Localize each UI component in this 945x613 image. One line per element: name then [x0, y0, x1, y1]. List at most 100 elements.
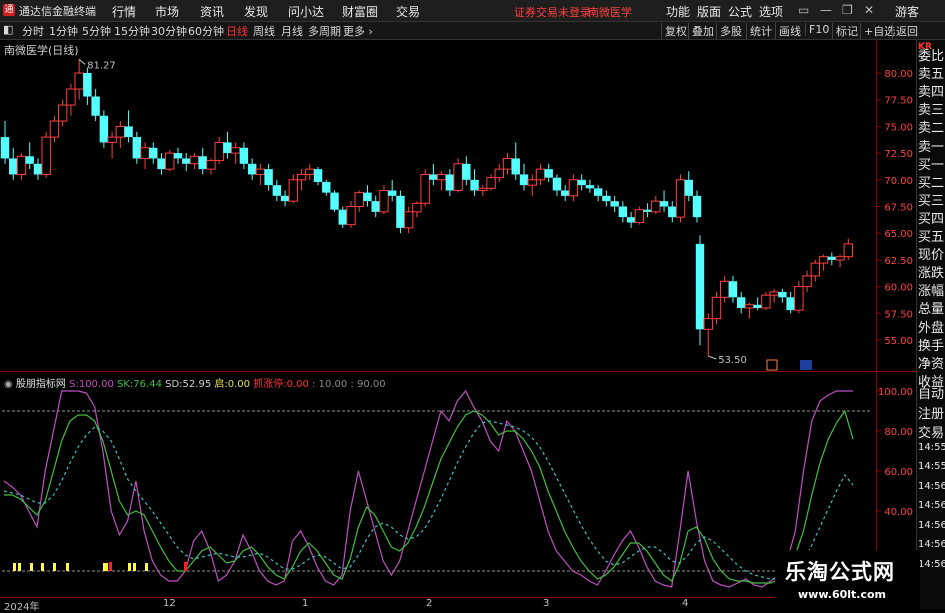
- candle-body: [527, 179, 537, 186]
- period-5min[interactable]: 5分钟: [82, 23, 111, 39]
- period-multi[interactable]: 多周期: [308, 23, 341, 39]
- candle-body: [9, 158, 18, 175]
- candle-body: [206, 160, 216, 170]
- candle-body: [272, 185, 282, 196]
- side-item-12: 涨跌: [918, 266, 945, 282]
- menu-item-ask[interactable]: 问小达: [288, 3, 324, 20]
- side-item-19: 自动: [918, 387, 945, 402]
- zt-label: 抓涨停:: [253, 379, 287, 390]
- chart-canvas[interactable]: 80.00 77.50 75.00 72.50 70.00 67.50 65.00 62.50…: [0, 40, 916, 597]
- menu-item-wealth-circle[interactable]: 财富圈: [342, 3, 378, 20]
- candle-body: [695, 243, 705, 330]
- candle-body: [247, 163, 257, 175]
- candle-body: [445, 174, 455, 191]
- candle-body: [462, 163, 471, 180]
- tool-add-watchlist[interactable]: +自选: [860, 23, 895, 39]
- candle-body: [703, 318, 713, 330]
- tool-mark[interactable]: 标记: [832, 23, 858, 39]
- candle-body: [585, 185, 595, 189]
- ref-value-2-text: 90.00: [356, 379, 386, 390]
- close-icon[interactable]: ✕: [864, 3, 874, 17]
- trade-login-notice[interactable]: 证券交易未登录: [514, 4, 591, 20]
- side-item-20: 注册: [918, 406, 945, 422]
- period-toolbar: ◧ 分时 1分钟 5分钟 15分钟 30分钟 60分钟 日线 周线 月线 多周期…: [0, 22, 945, 40]
- minimize-icon[interactable]: —: [820, 3, 832, 17]
- sk-value: 76.44: [133, 379, 162, 390]
- price-tick-label: 65.00: [884, 229, 913, 240]
- time-axis: [0, 597, 876, 610]
- side-item-0: 委比: [918, 49, 945, 64]
- period-monthly[interactable]: 月线: [281, 23, 303, 39]
- tool-draw-line[interactable]: 画线: [775, 23, 801, 39]
- price-tick-label: 80.00: [884, 69, 913, 80]
- menu-bar: 通 通达信金融终端 行情 市场 资讯 发现 问小达 财富圈 交易 证券交易未登录…: [0, 0, 945, 22]
- candle-body: [387, 190, 397, 196]
- candle-body: [810, 262, 821, 277]
- side-item-10: 买五: [918, 230, 945, 245]
- side-item-5: 卖一: [918, 139, 945, 155]
- menu-toggle-icon[interactable]: ▭: [798, 3, 809, 17]
- candle-body: [786, 297, 795, 311]
- menu-item-trade[interactable]: 交易: [396, 3, 420, 20]
- menu-item-formula[interactable]: 公式: [728, 3, 752, 20]
- candle-body: [610, 201, 619, 207]
- x-label-jan: 1: [302, 598, 309, 609]
- candle-body: [794, 286, 804, 311]
- period-15min[interactable]: 15分钟: [114, 23, 150, 39]
- low-pointer: [708, 355, 717, 360]
- candle-body: [802, 275, 812, 288]
- candle-body: [659, 201, 669, 207]
- tool-multi-stock[interactable]: 多股: [716, 23, 742, 39]
- period-more[interactable]: 更多 ›: [343, 23, 373, 39]
- period-weekly[interactable]: 周线: [253, 23, 275, 39]
- candle-body: [835, 256, 845, 261]
- candle-body: [494, 168, 504, 179]
- sidebar-toggle-icon[interactable]: ◧: [3, 23, 13, 36]
- side-item-24: 14:56: [918, 480, 945, 492]
- tool-overlay[interactable]: 叠加: [688, 23, 714, 39]
- candle-body: [99, 115, 109, 143]
- ref-value-1-text: 10.00: [318, 379, 348, 390]
- guest-user[interactable]: 游客: [895, 3, 919, 20]
- menu-item-options[interactable]: 选项: [759, 3, 783, 20]
- menu-item-discover[interactable]: 发现: [244, 3, 268, 20]
- s-label: S:: [69, 379, 79, 390]
- tool-adjust[interactable]: 复权: [661, 23, 687, 39]
- menu-item-quotes[interactable]: 行情: [112, 3, 136, 20]
- price-tick-label: 60.00: [884, 283, 913, 294]
- candle-body: [478, 187, 488, 191]
- price-panel-title: 南微医学(日线): [4, 44, 79, 57]
- period-daily[interactable]: 日线: [226, 23, 248, 39]
- restore-icon[interactable]: ❐: [842, 3, 853, 17]
- side-item-14: 总量: [918, 302, 945, 318]
- ref-value-1: : 10.00: [312, 379, 348, 390]
- tool-back[interactable]: 返回: [892, 23, 918, 39]
- indicator-toggle-icon[interactable]: ◉: [4, 379, 13, 390]
- candle-body: [761, 294, 771, 309]
- tool-f10[interactable]: F10: [805, 23, 829, 36]
- tool-statistics[interactable]: 统计: [746, 23, 772, 39]
- candle-body: [124, 126, 133, 138]
- menu-item-layout[interactable]: 版面: [697, 3, 721, 20]
- side-item-3: 卖三: [918, 103, 945, 119]
- candle-body: [736, 297, 746, 308]
- period-30min[interactable]: 30分钟: [151, 23, 187, 39]
- candle-body: [157, 158, 166, 170]
- side-item-9: 买四: [918, 211, 945, 227]
- menu-item-function[interactable]: 功能: [666, 3, 690, 20]
- menu-item-news[interactable]: 资讯: [200, 3, 224, 20]
- candle-body: [173, 153, 183, 159]
- period-60min[interactable]: 60分钟: [188, 23, 224, 39]
- indicator-name[interactable]: 股朋指标网: [16, 379, 66, 390]
- period-intraday[interactable]: 分时: [22, 23, 44, 39]
- candle-body: [313, 169, 323, 182]
- candle-body: [827, 256, 837, 260]
- candle-body: [91, 96, 100, 116]
- menu-item-market[interactable]: 市场: [155, 3, 179, 20]
- candle-body: [668, 206, 677, 218]
- candle-body: [25, 156, 34, 164]
- period-1min[interactable]: 1分钟: [49, 23, 78, 39]
- price-tick-label: 72.50: [884, 149, 913, 160]
- signal-marker-yellow: [105, 563, 108, 571]
- side-item-27: 14:56: [918, 539, 945, 550]
